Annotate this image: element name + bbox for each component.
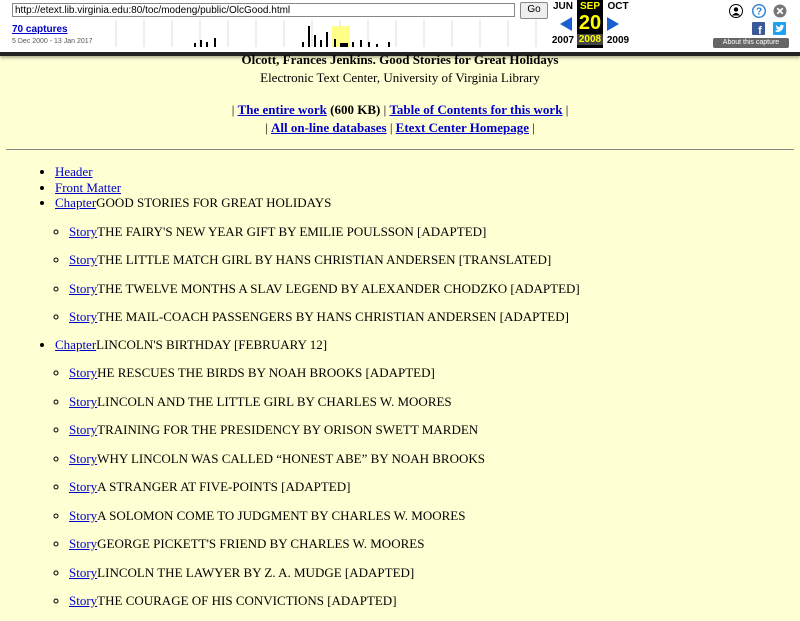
header-link[interactable]: Header: [55, 164, 93, 179]
page-subtitle: Electronic Text Center, University of Vi…: [260, 70, 540, 85]
nav-separator: |: [231, 102, 235, 117]
nav-line-1: | The entire work (600 KB) | Table of Co…: [0, 102, 800, 118]
list-item: StoryA SOLOMON COME TO JUDGMENT BY CHARL…: [69, 508, 800, 524]
story-title: THE COURAGE OF HIS CONVICTIONS [ADAPTED]: [97, 593, 397, 609]
entire-work-size: (600 KB): [330, 102, 381, 117]
captures-link[interactable]: 70 captures: [12, 24, 68, 35]
entire-work-link[interactable]: The entire work: [238, 102, 327, 117]
list-item: StoryTHE COURAGE OF HIS CONVICTIONS [ADA…: [69, 593, 800, 609]
list-item: Front Matter: [55, 180, 800, 196]
story-link[interactable]: Story: [69, 451, 97, 466]
story-title: GEORGE PICKETT'S FRIEND BY CHARLES W. MO…: [97, 536, 425, 552]
story-title: TRAINING FOR THE PRESIDENCY BY ORISON SW…: [97, 422, 479, 438]
story-link[interactable]: Story: [69, 394, 97, 409]
current-day: 20: [578, 12, 602, 34]
close-icon[interactable]: [773, 4, 787, 18]
list-item: StoryLINCOLN THE LAWYER BY Z. A. MUDGE […: [69, 565, 800, 581]
nav-separator: |: [389, 120, 393, 135]
story-title: WHY LINCOLN WAS CALLED “HONEST ABE” BY N…: [97, 450, 485, 466]
story-title: A SOLOMON COME TO JUDGMENT BY CHARLES W.…: [97, 507, 466, 523]
prev-arrow-icon[interactable]: [560, 17, 572, 31]
list-item: StoryLINCOLN AND THE LITTLE GIRL BY CHAR…: [69, 394, 800, 410]
divider: [6, 149, 794, 150]
capture-sparkline[interactable]: [96, 20, 546, 47]
chapter-title: GOOD STORIES FOR GREAT HOLIDAYS: [96, 195, 332, 211]
databases-link[interactable]: All on-line databases: [271, 120, 387, 135]
story-link[interactable]: Story: [69, 593, 97, 608]
svg-text:?: ?: [756, 7, 762, 18]
svg-text:f: f: [758, 25, 762, 35]
wayback-toolbar: http://etext.lib.virginia.edu:80/toc/mod…: [0, 0, 800, 56]
list-item: StoryTHE MAIL-COACH PASSENGERS BY HANS C…: [69, 309, 800, 325]
nav-line-2: | All on-line databases | Etext Center H…: [0, 120, 800, 136]
page-content: Olcott, Frances Jenkins. Good Stories fo…: [0, 52, 800, 621]
story-title: THE FAIRY'S NEW YEAR GIFT BY EMILIE POUL…: [97, 223, 487, 239]
chapter-link[interactable]: Chapter: [55, 337, 96, 352]
list-item: ChapterLINCOLN'S BIRTHDAY [FEBRUARY 12] …: [55, 337, 800, 609]
toc-list: Header Front Matter ChapterGOOD STORIES …: [0, 164, 800, 609]
story-link[interactable]: Story: [69, 565, 97, 580]
list-item: StoryTHE FAIRY'S NEW YEAR GIFT BY EMILIE…: [69, 224, 800, 240]
list-item: StoryTHE TWELVE MONTHS A SLAV LEGEND BY …: [69, 281, 800, 297]
story-title: THE MAIL-COACH PASSENGERS BY HANS CHRIST…: [97, 309, 569, 325]
url-input[interactable]: http://etext.lib.virginia.edu:80/toc/mod…: [12, 3, 515, 17]
about-capture-label: About this capture: [722, 39, 780, 46]
story-link[interactable]: Story: [69, 536, 97, 551]
nav-separator: |: [565, 102, 569, 117]
go-button[interactable]: Go: [520, 2, 548, 19]
help-icon[interactable]: ?: [752, 4, 766, 18]
story-title: A STRANGER AT FIVE-POINTS [ADAPTED]: [97, 479, 351, 495]
next-month-label[interactable]: OCT: [600, 1, 636, 12]
list-item: ChapterGOOD STORIES FOR GREAT HOLIDAYS S…: [55, 195, 800, 325]
prev-month-label[interactable]: JUN: [545, 1, 581, 12]
list-item: StoryHE RESCUES THE BIRDS BY NOAH BROOKS…: [69, 365, 800, 381]
facebook-icon[interactable]: f: [752, 22, 765, 35]
about-capture-button[interactable]: About this capture: [713, 38, 789, 48]
story-title: THE LITTLE MATCH GIRL BY HANS CHRISTIAN …: [97, 252, 552, 268]
nav-separator: |: [383, 102, 387, 117]
story-link[interactable]: Story: [69, 224, 97, 239]
page-title: Olcott, Frances Jenkins. Good Stories fo…: [241, 52, 559, 67]
list-item: Header: [55, 164, 800, 180]
list-item: StoryGEORGE PICKETT'S FRIEND BY CHARLES …: [69, 536, 800, 552]
front-matter-link[interactable]: Front Matter: [55, 180, 121, 195]
story-list: StoryHE RESCUES THE BIRDS BY NOAH BROOKS…: [55, 365, 800, 609]
story-link[interactable]: Story: [69, 365, 97, 380]
story-title: HE RESCUES THE BIRDS BY NOAH BROOKS [ADA…: [97, 365, 435, 381]
story-list: StoryTHE FAIRY'S NEW YEAR GIFT BY EMILIE…: [55, 224, 800, 325]
next-year-label[interactable]: 2009: [600, 35, 636, 46]
etext-homepage-link[interactable]: Etext Center Homepage: [396, 120, 529, 135]
nav-separator: |: [532, 120, 535, 135]
story-link[interactable]: Story: [69, 252, 97, 267]
story-title: LINCOLN THE LAWYER BY Z. A. MUDGE [ADAPT…: [97, 564, 415, 580]
chapter-link[interactable]: Chapter: [55, 195, 96, 210]
story-link[interactable]: Story: [69, 309, 97, 324]
story-title: THE TWELVE MONTHS A SLAV LEGEND BY ALEXA…: [97, 280, 580, 296]
chapter-title: LINCOLN'S BIRTHDAY [FEBRUARY 12]: [96, 336, 328, 352]
story-link[interactable]: Story: [69, 508, 97, 523]
story-link[interactable]: Story: [69, 479, 97, 494]
capture-date-range: 5 Dec 2000 - 13 Jan 2017: [12, 38, 93, 45]
story-link[interactable]: Story: [69, 422, 97, 437]
list-item: StoryWHY LINCOLN WAS CALLED “HONEST ABE”…: [69, 451, 800, 467]
next-arrow-icon[interactable]: [607, 17, 619, 31]
list-item: StoryTHE LITTLE MATCH GIRL BY HANS CHRIS…: [69, 252, 800, 268]
user-icon[interactable]: [729, 4, 743, 18]
prev-year-label[interactable]: 2007: [545, 35, 581, 46]
toc-link[interactable]: Table of Contents for this work: [389, 102, 562, 117]
list-item: StoryA STRANGER AT FIVE-POINTS [ADAPTED]: [69, 479, 800, 495]
twitter-icon[interactable]: [773, 22, 786, 35]
story-link[interactable]: Story: [69, 281, 97, 296]
nav-separator: |: [265, 120, 268, 135]
list-item: StoryTRAINING FOR THE PRESIDENCY BY ORIS…: [69, 422, 800, 438]
story-title: LINCOLN AND THE LITTLE GIRL BY CHARLES W…: [97, 393, 452, 409]
